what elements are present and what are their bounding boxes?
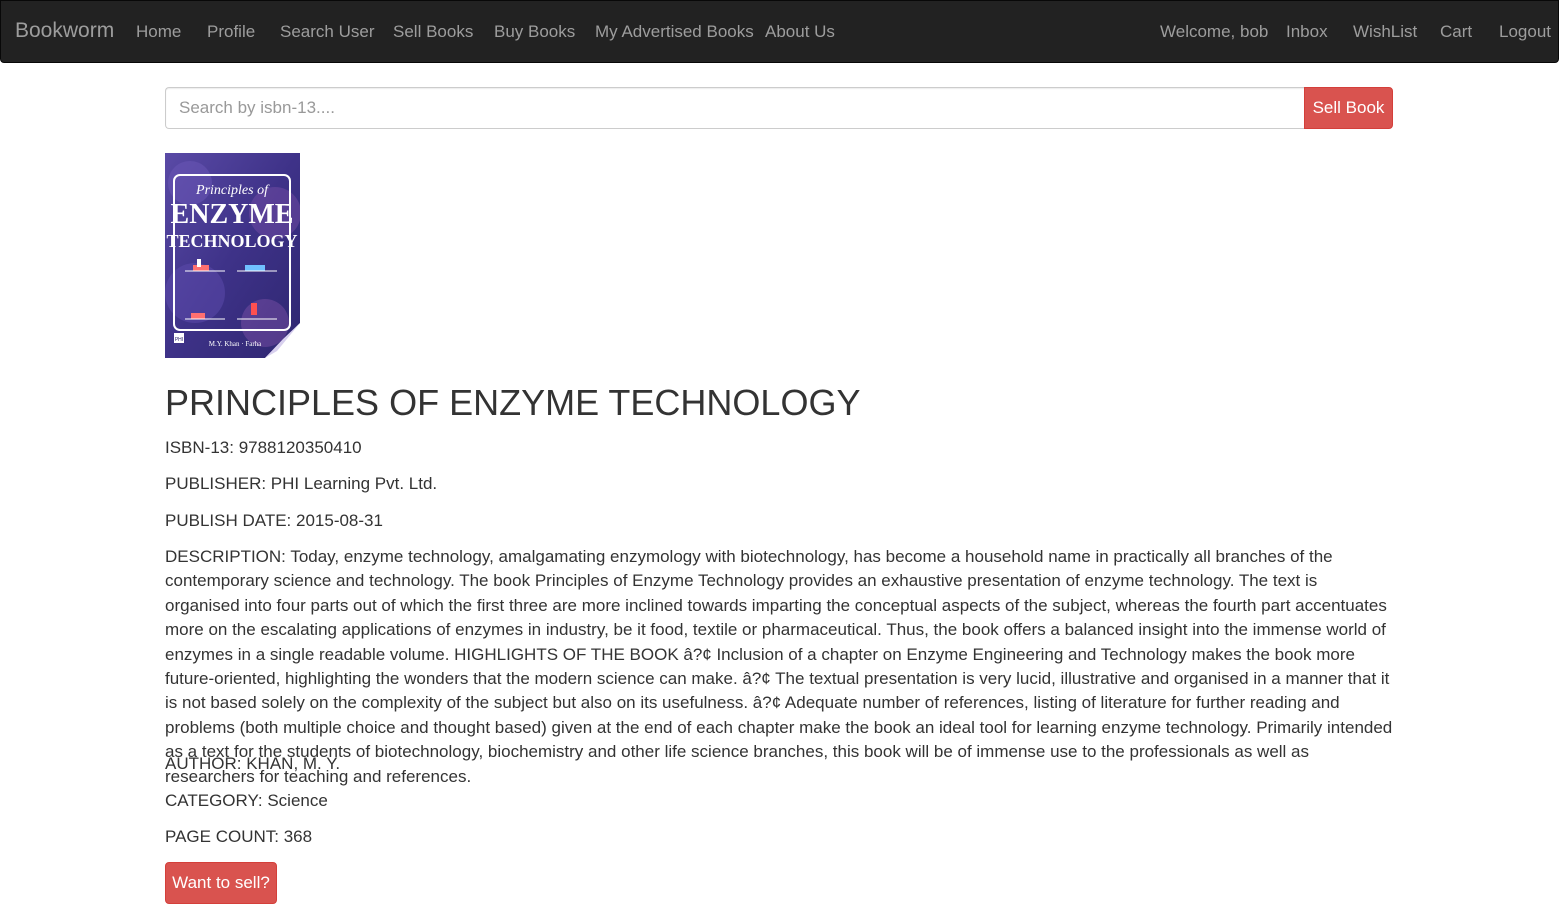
want-to-sell-button[interactable]: Want to sell? [165,862,277,904]
book-page-count: PAGE COUNT: 368 [165,827,313,846]
nav-my-advertised-books[interactable]: My Advertised Books [595,21,754,43]
nav-home[interactable]: Home [136,21,181,43]
nav-welcome-user[interactable]: Welcome, bob [1160,21,1268,43]
nav-wishlist[interactable]: WishList [1353,21,1417,43]
nav-buy-books[interactable]: Buy Books [494,21,575,43]
top-navbar: Bookworm Home Profile Search User Sell B… [0,0,1559,63]
nav-about-us[interactable]: About Us [765,21,835,43]
nav-search-user[interactable]: Search User [280,21,374,43]
cover-authors: M.Y. Khan · Farha [209,340,262,348]
book-title: PRINCIPLES OF ENZYME TECHNOLOGY [165,382,861,423]
nav-profile[interactable]: Profile [207,21,255,43]
nav-inbox[interactable]: Inbox [1286,21,1328,43]
cover-line3: TECHNOLOGY [166,231,297,251]
nav-sell-books[interactable]: Sell Books [393,21,473,43]
nav-cart[interactable]: Cart [1440,21,1472,43]
book-category: CATEGORY: Science [165,791,328,810]
book-publish-date: PUBLISH DATE: 2015-08-31 [165,511,383,530]
brand-link[interactable]: Bookworm [15,19,114,43]
cover-line1: Principles of [195,183,270,198]
sell-book-button[interactable]: Sell Book [1304,87,1393,129]
book-publisher: PUBLISHER: PHI Learning Pvt. Ltd. [165,474,438,493]
cover-line2: ENZYME [171,199,294,230]
book-cover-image: Principles of ENZYME TECHNOLOGY PHI M.Y.… [165,153,301,358]
book-isbn: ISBN-13: 9788120350410 [165,438,362,457]
book-author: AUTHOR: KHAN, M. Y. [165,754,341,773]
nav-logout[interactable]: Logout [1499,21,1551,43]
isbn-search-group: Sell Book [165,87,1393,129]
isbn-search-input[interactable] [165,87,1305,129]
book-description: DESCRIPTION: Today, enzyme technology, a… [165,547,1393,786]
cover-publisher-mark: PHI [175,337,183,343]
